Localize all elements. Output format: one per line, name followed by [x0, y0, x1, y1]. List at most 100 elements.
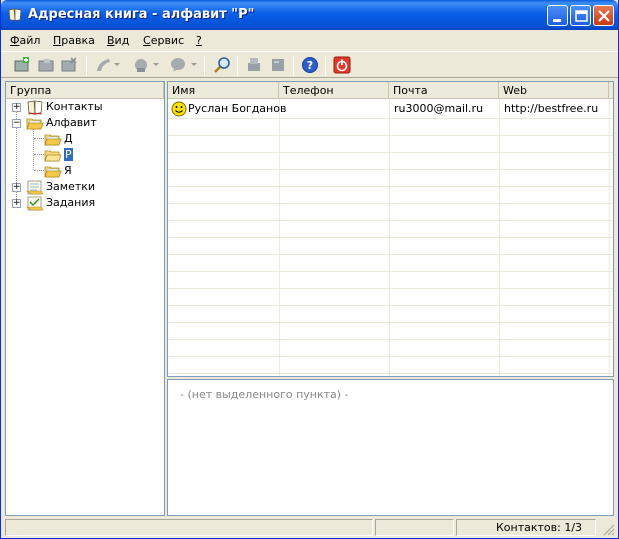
- grid-line: [168, 288, 613, 289]
- smiley-icon: [171, 101, 187, 117]
- tree-item-label: Д: [64, 132, 73, 145]
- tree-item-label: Алфавит: [46, 116, 97, 129]
- open-folder-icon[interactable]: [37, 56, 55, 74]
- notes-icon: [26, 180, 44, 195]
- new-contact-icon[interactable]: [13, 56, 31, 74]
- detail-pane: - (нет выделенного пункта) -: [167, 379, 614, 516]
- chat-icon[interactable]: [169, 56, 187, 74]
- tree-item-label: Заметки: [46, 180, 96, 193]
- grid-line: [168, 237, 613, 238]
- tree-item-label: Задания: [46, 196, 96, 209]
- close-button[interactable]: [593, 5, 614, 26]
- grid-line: [389, 99, 390, 376]
- grid-line: [168, 305, 613, 306]
- grid-line: [168, 254, 613, 255]
- phone-dropdown-icon[interactable]: [114, 63, 120, 66]
- menu-service[interactable]: Сервис: [143, 34, 184, 47]
- contacts-book-icon: [27, 100, 43, 115]
- column-header-name[interactable]: Имя: [168, 82, 279, 99]
- expand-icon[interactable]: +: [12, 199, 21, 208]
- grid-line: [279, 99, 280, 376]
- find-icon[interactable]: [213, 56, 231, 74]
- title-bar[interactable]: Адресная книга - алфавит "P": [1, 0, 618, 30]
- column-header-filler: [609, 82, 613, 99]
- mail-icon[interactable]: [132, 56, 150, 74]
- tree-item-alphabet[interactable]: − Алфавит: [6, 115, 164, 131]
- group-tree-pane: Группа + Контакты − Алфавит Д P Я + Заме…: [5, 81, 165, 516]
- grid-line: [168, 271, 613, 272]
- grid-line: [168, 322, 613, 323]
- book-icon[interactable]: [269, 56, 287, 74]
- grid-line: [499, 99, 500, 376]
- table-row[interactable]: Руслан Богданов ru3000@mail.ru http://be…: [168, 99, 613, 118]
- cell-name: Руслан Богданов: [188, 102, 287, 115]
- close-icon: [598, 10, 610, 22]
- app-book-icon: [8, 8, 22, 22]
- grid-line: [168, 135, 613, 136]
- toolbar-separator: [237, 56, 238, 76]
- app-window: Адресная книга - алфавит "P" Файл Правка…: [0, 0, 619, 539]
- column-header-email[interactable]: Почта: [389, 82, 499, 99]
- grid-line: [168, 118, 613, 119]
- window-title: Адресная книга - алфавит "P": [28, 7, 255, 22]
- tree-item-label: Я: [64, 164, 72, 177]
- cell-email: ru3000@mail.ru: [394, 102, 484, 115]
- tree-item-label: Контакты: [46, 100, 103, 113]
- tree-item-letter-d[interactable]: Д: [6, 131, 164, 147]
- contact-count: Контактов: 1/3: [496, 521, 583, 534]
- tree-item-notes[interactable]: + Заметки: [6, 179, 164, 195]
- status-panel-count: Контактов: 1/3: [456, 519, 596, 536]
- expand-icon[interactable]: +: [12, 183, 21, 192]
- menu-file[interactable]: Файл: [10, 34, 40, 47]
- status-panel-main: [5, 519, 373, 536]
- resize-grip-icon[interactable]: [601, 522, 615, 536]
- print-icon[interactable]: [245, 56, 263, 74]
- svg-text:?: ?: [307, 59, 313, 72]
- column-header-web[interactable]: Web: [499, 82, 609, 99]
- status-panel-middle: [375, 519, 454, 536]
- menu-view[interactable]: Вид: [107, 34, 129, 47]
- contact-list: Имя Телефон Почта Web Руслан Богданов ru…: [167, 81, 614, 377]
- tree-item-letter-ya[interactable]: Я: [6, 163, 164, 179]
- grid-line: [168, 356, 613, 357]
- chat-dropdown-icon[interactable]: [191, 63, 197, 66]
- tree-header[interactable]: Группа: [6, 82, 164, 99]
- help-icon[interactable]: ?: [301, 56, 319, 74]
- column-header-phone[interactable]: Телефон: [279, 82, 389, 99]
- grid-line: [168, 152, 613, 153]
- tree-item-tasks[interactable]: + Задания: [6, 195, 164, 211]
- toolbar-separator: [86, 56, 87, 76]
- grid-line: [609, 99, 610, 376]
- toolbar: ?: [1, 51, 618, 78]
- menu-edit[interactable]: Правка: [53, 34, 95, 47]
- toolbar-separator: [325, 56, 326, 76]
- exit-icon[interactable]: [333, 56, 351, 74]
- folder-icon: [44, 166, 62, 178]
- menu-help[interactable]: ?: [196, 34, 202, 47]
- minimize-button[interactable]: [547, 5, 568, 26]
- minimize-icon: [553, 19, 561, 22]
- toolbar-separator: [204, 56, 205, 76]
- collapse-icon[interactable]: −: [12, 119, 21, 128]
- toolbar-separator: [293, 56, 294, 76]
- folder-open-icon: [26, 118, 44, 130]
- maximize-button[interactable]: [570, 5, 591, 26]
- menu-bar: Файл Правка Вид Сервис ?: [1, 30, 618, 50]
- tree-item-letter-p[interactable]: P: [6, 147, 164, 163]
- phone-icon[interactable]: [94, 56, 112, 74]
- tree-item-label: P: [64, 148, 73, 161]
- grid-line: [168, 339, 613, 340]
- status-bar: Контактов: 1/3: [1, 517, 618, 538]
- folder-icon: [44, 134, 62, 146]
- expand-icon[interactable]: +: [12, 103, 21, 112]
- mail-dropdown-icon[interactable]: [153, 63, 159, 66]
- grid-line: [168, 169, 613, 170]
- detail-placeholder: - (нет выделенного пункта) -: [180, 388, 349, 401]
- tasks-icon: [26, 196, 44, 211]
- tree-item-contacts[interactable]: + Контакты: [6, 99, 164, 115]
- grid-line: [168, 186, 613, 187]
- delete-icon[interactable]: [60, 56, 78, 74]
- grid-line: [168, 220, 613, 221]
- grid-line: [168, 373, 613, 374]
- folder-open-icon: [44, 150, 62, 162]
